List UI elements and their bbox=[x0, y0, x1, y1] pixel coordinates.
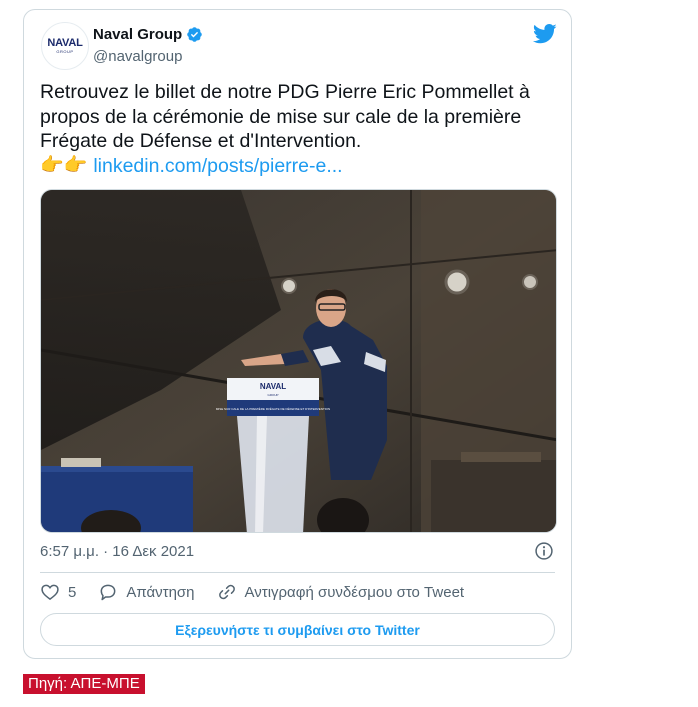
reply-bubble-icon bbox=[100, 584, 116, 601]
tweet-link-line: 👉👉 linkedin.com/posts/pierre-e... bbox=[40, 154, 560, 179]
explore-twitter-button[interactable]: Εξερευνήστε τι συμβαίνει στο Twitter bbox=[40, 613, 555, 646]
info-icon[interactable] bbox=[534, 541, 554, 561]
author-handle[interactable]: @navalgroup bbox=[93, 48, 182, 65]
like-count: 5 bbox=[68, 583, 77, 601]
heart-icon bbox=[41, 584, 59, 601]
pointing-hand-emoji: 👉👉 bbox=[40, 154, 88, 176]
embedded-tweet-card: NAVAL GROUP Naval Group @navalgroup Retr… bbox=[23, 9, 572, 659]
table-item bbox=[61, 458, 101, 467]
tweet-text-line: propos de la cérémonie de mise sur cale … bbox=[40, 105, 522, 128]
lectern-logo-subtext: GROUP bbox=[267, 393, 278, 397]
source-label: Πηγή: ΑΠΕ-ΜΠΕ bbox=[23, 674, 145, 694]
avatar-logo-text: NAVAL bbox=[47, 37, 83, 49]
reply-label: Απάντηση bbox=[126, 583, 195, 601]
twitter-bird-icon[interactable] bbox=[533, 24, 557, 44]
machinery bbox=[431, 460, 556, 532]
tweet-timestamp[interactable]: 6:57 μ.μ. · 16 Δεκ 2021 bbox=[40, 543, 194, 560]
tweet-text-line: Retrouvez le billet de notre PDG Pierre … bbox=[40, 81, 530, 103]
porthole-fixture bbox=[281, 278, 297, 294]
avatar[interactable]: NAVAL GROUP bbox=[41, 22, 89, 70]
tweet-media-photo[interactable]: NAVAL GROUP MISE SUR CALE DE LA PREMIÈRE… bbox=[40, 189, 557, 533]
lectern-stand bbox=[237, 416, 309, 532]
tweet-text-line: Frégate de Défense et d'Intervention. bbox=[40, 130, 362, 152]
verified-badge-icon bbox=[187, 27, 202, 42]
porthole-fixture bbox=[522, 274, 538, 290]
photo-scene: NAVAL GROUP MISE SUR CALE DE LA PREMIÈRE… bbox=[41, 190, 556, 532]
machinery bbox=[461, 452, 541, 462]
author-name-row[interactable]: Naval Group bbox=[93, 26, 203, 43]
like-button[interactable]: 5 bbox=[40, 582, 76, 602]
porthole-fixture bbox=[444, 269, 470, 295]
link-icon bbox=[218, 584, 235, 600]
avatar-logo-subtext: GROUP bbox=[56, 49, 74, 54]
author-display-name[interactable]: Naval Group bbox=[93, 26, 182, 43]
copy-link-button[interactable]: Αντιγραφή συνδέσμου στο Tweet bbox=[217, 582, 465, 602]
copy-link-label: Αντιγραφή συνδέσμου στο Tweet bbox=[244, 583, 465, 601]
tweet-link[interactable]: linkedin.com/posts/pierre-e... bbox=[93, 154, 342, 179]
tweet-text: Retrouvez le billet de notre PDG Pierre … bbox=[40, 80, 560, 178]
reply-button[interactable]: Απάντηση bbox=[98, 582, 195, 602]
lectern-banner-text: MISE SUR CALE DE LA PREMIÈRE FRÉGATE DE … bbox=[216, 406, 330, 411]
divider bbox=[40, 572, 555, 573]
tweet-actions-bar: 5 Απάντηση Αντιγραφή συνδέσμου στο Tweet bbox=[40, 582, 486, 602]
lectern-logo-text: NAVAL bbox=[260, 382, 286, 391]
